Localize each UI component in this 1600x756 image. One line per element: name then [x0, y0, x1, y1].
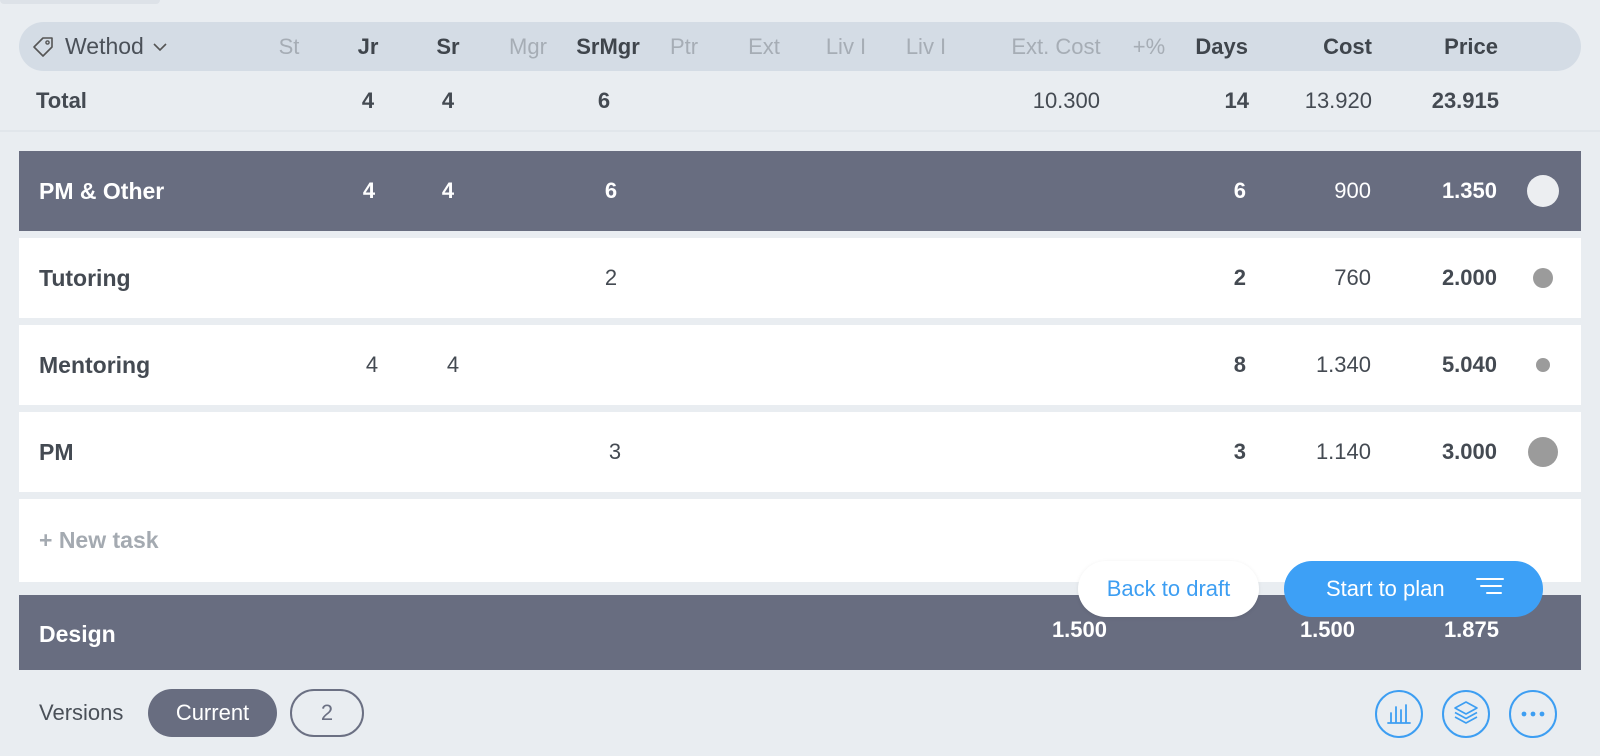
chart-button[interactable]	[1375, 690, 1423, 738]
task-cost: 1.340	[1315, 352, 1371, 377]
version-2-label: 2	[320, 700, 334, 725]
start-to-plan-label: Start to plan	[1326, 576, 1445, 601]
header-divider	[0, 130, 1600, 132]
task-status-dot[interactable]	[1528, 437, 1558, 467]
col-jr: Jr	[357, 34, 379, 59]
task-cost: 1.140	[1315, 439, 1371, 464]
group-srmgr: 6	[604, 178, 618, 203]
group-label: PM & Other	[39, 177, 165, 204]
col-srmgr: SrMgr	[576, 34, 640, 59]
group-label: Design	[39, 621, 116, 647]
task-status-dot[interactable]	[1533, 268, 1553, 288]
task-status-dot[interactable]	[1536, 358, 1550, 372]
total-sr: 4	[441, 88, 455, 113]
start-to-plan-button[interactable]: Start to plan	[1284, 561, 1543, 617]
task-label: Mentoring	[39, 351, 151, 378]
versions-label: Versions	[39, 700, 124, 725]
group-cost: 900	[1334, 178, 1371, 203]
task-row-tutoring[interactable]: Tutoring 2 2 760 2.000	[19, 238, 1581, 318]
col-cost: Cost	[1323, 34, 1372, 59]
task-row-mentoring[interactable]: Mentoring 4 4 8 1.340 5.040	[19, 325, 1581, 405]
method-label: Wethod	[65, 33, 144, 59]
table-header: Wethod St Jr Sr Mgr SrMgr Ptr Ext Liv I …	[19, 22, 1581, 71]
task-label: PM	[39, 438, 74, 465]
total-cost: 13.920	[1304, 88, 1372, 113]
col-st: St	[278, 34, 300, 59]
task-days: 8	[1233, 352, 1246, 377]
more-button[interactable]	[1509, 690, 1557, 738]
col-price: Price	[1444, 34, 1498, 59]
version-current-label: Current	[175, 700, 250, 725]
task-row-pm[interactable]: PM 3 3 1.140 3.000	[19, 412, 1581, 492]
task-sr[interactable]: 4	[447, 325, 459, 405]
top-strip	[0, 0, 160, 4]
task-srmgr[interactable]: 2	[605, 238, 617, 318]
footer-bar: Versions Current 2	[0, 670, 1600, 756]
version-2-button[interactable]: 2	[290, 689, 364, 737]
total-jr: 4	[361, 88, 375, 113]
col-ptr: Ptr	[669, 34, 699, 59]
back-to-draft-button[interactable]: Back to draft	[1078, 561, 1259, 617]
col-ext: Ext	[748, 34, 780, 59]
task-jr[interactable]: 4	[366, 325, 378, 405]
total-label: Total	[36, 88, 87, 113]
method-dropdown[interactable]: Wethod	[31, 22, 168, 71]
col-liv2: Liv I	[905, 34, 947, 59]
group-price: 1.350	[1441, 178, 1497, 203]
task-days: 2	[1233, 265, 1246, 290]
task-label: Tutoring	[39, 264, 131, 291]
col-ext-cost: Ext. Cost	[1011, 34, 1101, 59]
total-row: Total 4 4 6 10.300 14 13.920 23.915	[0, 72, 1600, 130]
col-sr: Sr	[436, 34, 460, 59]
group-row-pm-other[interactable]: PM & Other 4 4 6 6 900 1.350	[19, 151, 1581, 231]
group-status-dot[interactable]	[1527, 175, 1559, 207]
col-liv1: Liv I	[825, 34, 867, 59]
more-icon	[1520, 705, 1546, 723]
col-mgr: Mgr	[509, 34, 547, 59]
tag-icon	[31, 34, 57, 60]
group-jr: 4	[362, 178, 376, 203]
task-price[interactable]: 3.000	[1442, 412, 1497, 492]
total-days: 14	[1224, 88, 1249, 113]
task-cost: 760	[1334, 265, 1371, 290]
col-days: Days	[1195, 34, 1248, 59]
list-icon	[1475, 575, 1505, 603]
group-sr: 4	[441, 178, 455, 203]
col-markup: +%	[1132, 34, 1166, 59]
group-days: 6	[1233, 178, 1246, 203]
new-task-link[interactable]: + New task	[39, 499, 159, 582]
total-ext-cost: 10.300	[1032, 88, 1100, 113]
layers-button[interactable]	[1442, 690, 1490, 738]
total-srmgr: 6	[597, 88, 611, 113]
chevron-down-icon	[152, 39, 168, 55]
task-days: 3	[1233, 439, 1246, 464]
task-price[interactable]: 2.000	[1442, 238, 1497, 318]
layers-icon	[1453, 699, 1479, 730]
bar-chart-icon	[1386, 700, 1412, 729]
task-srmgr[interactable]: 3	[609, 412, 621, 492]
version-current-button[interactable]: Current	[148, 689, 277, 737]
total-price: 23.915	[1431, 88, 1499, 113]
task-price[interactable]: 5.040	[1442, 325, 1497, 405]
